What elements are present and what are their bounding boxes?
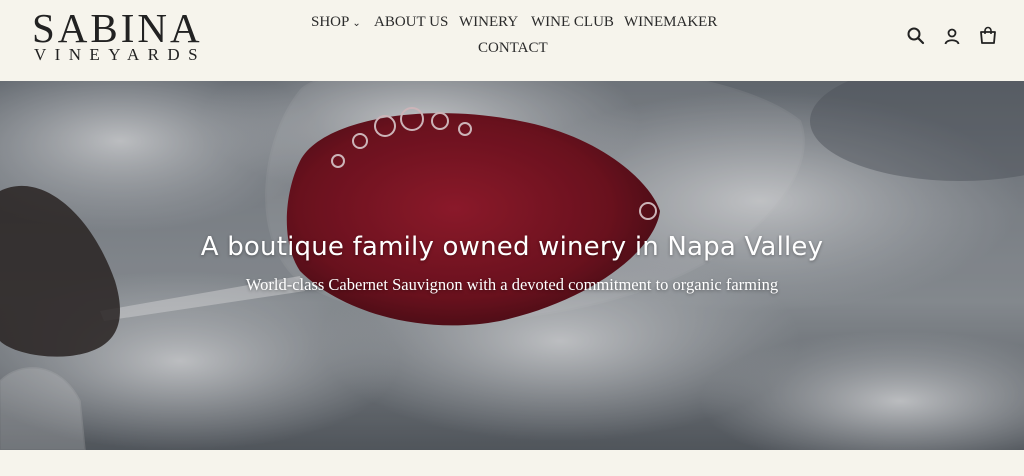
nav-item-winery[interactable]: WINERY [459, 14, 518, 31]
nav-item-winemaker[interactable]: WINEMAKER [624, 14, 717, 31]
hero-subtitle: World-class Cabernet Sauvignon with a de… [245, 275, 779, 294]
hero-overlay [0, 81, 1024, 450]
page-content-start [0, 450, 1024, 476]
nav-item-shop[interactable]: SHOP ⌄ [311, 14, 361, 31]
search-icon[interactable] [906, 26, 926, 46]
nav-item-wine-club[interactable]: WINE CLUB [531, 14, 614, 31]
hero-title: A boutique family owned winery in Napa V… [200, 232, 824, 262]
nav-item-about[interactable]: ABOUT US [374, 14, 448, 31]
nav-wine-club-label: WINE CLUB [531, 14, 614, 30]
nav-winemaker-label: WINEMAKER [624, 14, 718, 30]
brand-name: SABINA [32, 5, 203, 51]
brand-tagline: VINEYARDS [34, 45, 206, 64]
nav-item-contact[interactable]: CONTACT [478, 40, 548, 57]
site-header: SABINA VINEYARDS SHOP ⌄ ABOUT US WINERY W… [0, 0, 1024, 81]
nav-about-label: ABOUT US [374, 14, 449, 30]
account-icon[interactable] [942, 26, 962, 46]
hero-banner: A boutique family owned winery in Napa V… [0, 81, 1024, 450]
nav-shop-label: SHOP [311, 14, 350, 30]
cart-icon[interactable] [978, 26, 998, 46]
brand-logo[interactable]: SABINA VINEYARDS [32, 6, 222, 66]
chevron-down-icon: ⌄ [352, 18, 361, 29]
nav-winery-label: WINERY [459, 14, 519, 30]
nav-contact-label: CONTACT [478, 40, 548, 56]
